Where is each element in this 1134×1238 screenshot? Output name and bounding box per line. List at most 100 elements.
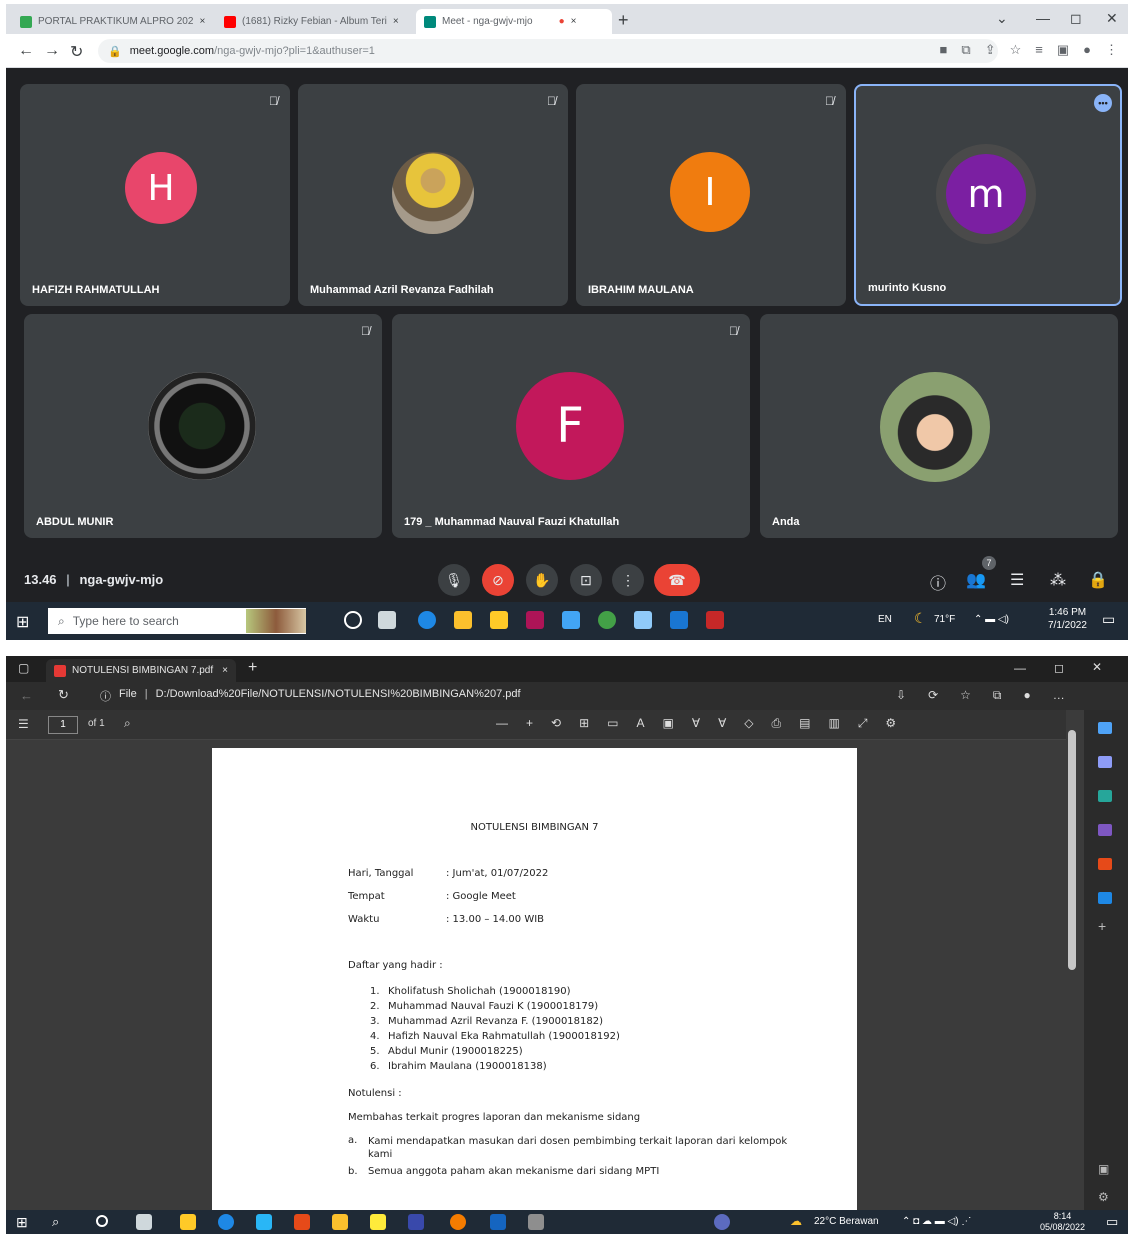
favorites-icon[interactable]: ☆ bbox=[960, 688, 971, 703]
chat-icon[interactable]: ☰ bbox=[1010, 570, 1024, 590]
close-icon[interactable]: × bbox=[571, 16, 577, 27]
chrome-icon[interactable] bbox=[598, 611, 616, 629]
side-panel-icon[interactable]: ▣ bbox=[1057, 42, 1069, 58]
office-icon[interactable] bbox=[1098, 858, 1112, 870]
info-icon[interactable]: ⓘ bbox=[930, 570, 946, 594]
more-options-button[interactable]: ⋮ bbox=[612, 564, 644, 596]
tray-icons[interactable]: ⌃ ▬ ◁) bbox=[974, 614, 1009, 625]
open-in-icon[interactable]: ⧉ bbox=[961, 42, 970, 58]
bookmark-star-icon[interactable]: ☆ bbox=[1010, 42, 1022, 58]
app-icon[interactable] bbox=[370, 1214, 386, 1230]
print-icon[interactable]: ⎙ bbox=[772, 716, 782, 731]
close-window-icon[interactable]: ✕ bbox=[1092, 660, 1102, 674]
url-field[interactable]: 🔒 meet.google.com/nga-gwjv-mjo?pli=1&aut… bbox=[98, 39, 998, 63]
close-icon[interactable]: × bbox=[199, 16, 205, 27]
camera-off-button[interactable]: ⊘ bbox=[482, 564, 514, 596]
page-view-icon[interactable]: ▭ bbox=[607, 716, 618, 731]
sublime-icon[interactable] bbox=[332, 1214, 348, 1230]
microphone-button[interactable]: 🎙 bbox=[438, 564, 470, 596]
refresh-icon[interactable]: ⟳ bbox=[928, 688, 938, 703]
new-tab-icon[interactable]: + bbox=[618, 10, 629, 31]
menu-kebab-icon[interactable]: ⋮ bbox=[1105, 42, 1118, 58]
app-icon[interactable] bbox=[634, 611, 652, 629]
collections-icon[interactable]: ⧉ bbox=[993, 688, 1002, 703]
tools-icon[interactable] bbox=[1098, 790, 1112, 802]
file-explorer-icon[interactable] bbox=[490, 611, 508, 629]
reload-icon[interactable]: ↻ bbox=[58, 687, 69, 703]
tab-search-icon[interactable]: ⌄ bbox=[996, 10, 1008, 27]
fullscreen-icon[interactable]: ⤢ bbox=[858, 716, 868, 731]
app-icon[interactable] bbox=[408, 1214, 424, 1230]
reload-icon[interactable]: ↻ bbox=[70, 42, 83, 62]
sublime-icon[interactable] bbox=[454, 611, 472, 629]
find-icon[interactable]: ⌕ bbox=[124, 716, 131, 731]
host-controls-icon[interactable]: 🔒 bbox=[1088, 570, 1108, 590]
search-icon[interactable]: ⌕ bbox=[52, 1214, 59, 1230]
participant-tile[interactable]: 🎙̸ ABDUL MUNIR bbox=[24, 314, 382, 538]
close-icon[interactable]: × bbox=[393, 16, 399, 27]
shopping-icon[interactable] bbox=[1098, 756, 1112, 768]
taskbar-search-box[interactable]: ⌕ Type here to search bbox=[48, 608, 306, 634]
clock[interactable]: 8:14 05/08/2022 bbox=[1040, 1211, 1085, 1233]
highlight-icon[interactable]: ∀ bbox=[718, 716, 726, 731]
outlook-icon[interactable] bbox=[1098, 892, 1112, 904]
language-indicator[interactable]: EN bbox=[878, 614, 892, 625]
contents-icon[interactable]: ☰ bbox=[18, 717, 29, 731]
app-icon[interactable] bbox=[670, 611, 688, 629]
tab-pdf[interactable]: NOTULENSI BIMBINGAN 7.pdf × bbox=[46, 659, 236, 682]
app-icon[interactable] bbox=[528, 1214, 544, 1230]
raise-hand-button[interactable]: ✋ bbox=[526, 564, 558, 596]
notification-icon[interactable]: ▭ bbox=[1102, 611, 1115, 628]
search-icon[interactable] bbox=[1098, 722, 1112, 734]
profile-avatar-icon[interactable]: ● bbox=[1083, 42, 1091, 58]
people-icon[interactable]: 👥 bbox=[966, 570, 986, 590]
forward-icon[interactable]: → bbox=[44, 42, 60, 60]
profile-avatar-icon[interactable]: ● bbox=[1023, 688, 1030, 703]
tab-meet[interactable]: Meet - nga-gwjv-mjo ● × bbox=[416, 9, 612, 34]
back-icon[interactable]: ← bbox=[20, 688, 33, 703]
minimize-icon[interactable]: — bbox=[1036, 10, 1050, 26]
read-aloud-icon[interactable]: A bbox=[636, 716, 644, 731]
text-icon[interactable]: ▣ bbox=[663, 716, 674, 731]
tab-portal-praktikum[interactable]: PORTAL PRAKTIKUM ALPRO 202 × bbox=[12, 9, 212, 34]
participant-tile[interactable]: 🎙̸ I IBRAHIM MAULANA bbox=[576, 84, 846, 306]
erase-icon[interactable]: ◇ bbox=[744, 716, 753, 731]
office-icon[interactable] bbox=[294, 1214, 310, 1230]
store-icon[interactable] bbox=[256, 1214, 272, 1230]
edge-icon[interactable] bbox=[218, 1214, 234, 1230]
games-icon[interactable] bbox=[1098, 824, 1112, 836]
page-number-input[interactable]: 1 bbox=[48, 716, 78, 734]
app-icon[interactable] bbox=[706, 611, 724, 629]
participant-tile[interactable]: 🎙̸ F 179 _ Muhammad Nauval Fauzi Khatull… bbox=[392, 314, 750, 538]
zoom-in-icon[interactable]: + bbox=[526, 716, 533, 731]
notification-icon[interactable]: ▭ bbox=[1106, 1214, 1118, 1230]
edge-icon[interactable] bbox=[418, 611, 436, 629]
participant-tile-self[interactable]: Anda bbox=[760, 314, 1118, 538]
app-icon[interactable] bbox=[526, 611, 544, 629]
back-icon[interactable]: ← bbox=[18, 42, 34, 60]
share-icon[interactable]: ⇪ bbox=[985, 42, 996, 58]
task-view-icon[interactable] bbox=[136, 1214, 152, 1230]
menu-more-icon[interactable]: … bbox=[1053, 688, 1065, 703]
add-icon[interactable]: + bbox=[1098, 918, 1106, 934]
cortana-icon[interactable] bbox=[344, 611, 362, 629]
close-window-icon[interactable]: ✕ bbox=[1106, 10, 1118, 27]
leave-call-button[interactable]: ☎ bbox=[654, 564, 700, 596]
app-icon[interactable] bbox=[450, 1214, 466, 1230]
tray-icons[interactable]: ⌃ ◘ ☁ ▬ ◁) ⋰ bbox=[902, 1216, 971, 1227]
tab-youtube[interactable]: (1681) Rizky Febian - Album Teri × bbox=[216, 9, 414, 34]
participant-tile[interactable]: 🎙̸ H HAFIZH RAHMATULLAH bbox=[20, 84, 290, 306]
cortana-icon[interactable] bbox=[96, 1215, 108, 1227]
save-as-icon[interactable]: ▥ bbox=[828, 716, 839, 731]
minimize-icon[interactable]: — bbox=[1014, 661, 1026, 675]
save-icon[interactable]: ▤ bbox=[799, 716, 810, 731]
sidebar-settings-icon[interactable]: ⚙ bbox=[1098, 1190, 1109, 1204]
camera-icon[interactable]: ■ bbox=[940, 42, 948, 58]
present-button[interactable]: ⊡ bbox=[570, 564, 602, 596]
fit-page-icon[interactable]: ⊞ bbox=[579, 716, 589, 731]
zoom-out-icon[interactable]: — bbox=[496, 716, 508, 731]
participant-tile-speaking[interactable]: ••• m murinto Kusno bbox=[854, 84, 1122, 306]
scrollbar-thumb[interactable] bbox=[1068, 730, 1076, 970]
tab-actions-icon[interactable]: ▢ bbox=[18, 661, 29, 675]
windows-start-icon[interactable]: ⊞ bbox=[16, 612, 29, 632]
